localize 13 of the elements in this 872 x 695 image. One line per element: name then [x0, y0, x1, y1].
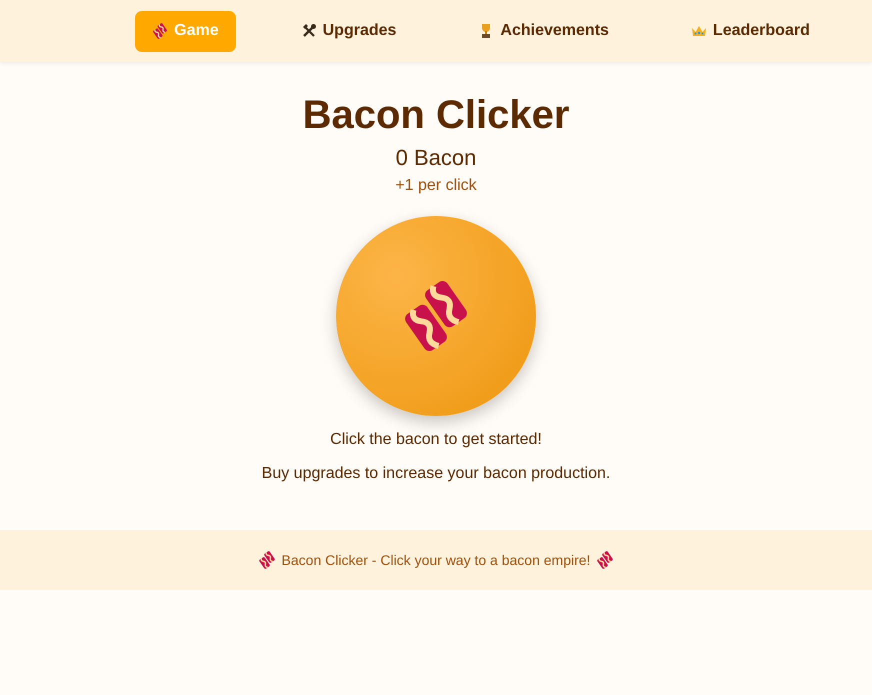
hint-text: Click the bacon to get started!	[330, 430, 542, 450]
hammer-and-wrench-icon	[300, 23, 317, 39]
bacon-icon	[258, 551, 276, 569]
nav-tab[interactable]: Leaderboard	[674, 10, 827, 52]
bacon-icon	[152, 23, 168, 39]
nav-tab[interactable]: Achievements	[461, 10, 626, 52]
per-click-rate: +1 per click	[395, 176, 477, 196]
bacon-count: 0 Bacon	[396, 144, 476, 172]
hint-text: Buy upgrades to increase your bacon production.	[262, 464, 610, 484]
game-title: Bacon Clicker	[302, 92, 570, 138]
bacon-icon	[596, 551, 614, 569]
footer-text: Bacon Clicker - Click your way to a bacon empire!	[282, 552, 590, 568]
nav-tab[interactable]: Upgrades	[284, 10, 414, 52]
